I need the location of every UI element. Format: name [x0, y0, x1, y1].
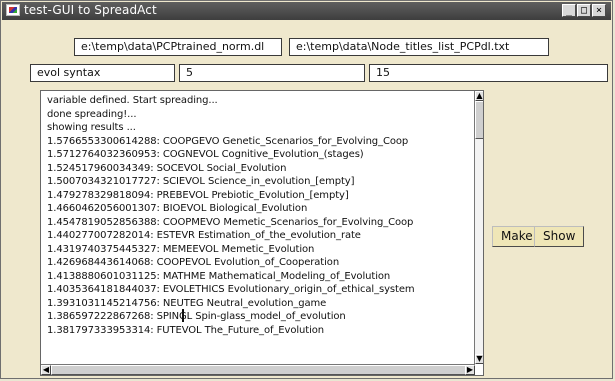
result-line: 1.4547819052856388: COOPMEVO Memetic_Sce… [47, 216, 414, 228]
horizontal-scroll-thumb[interactable] [51, 365, 466, 375]
result-line: 1.524517960034349: SOCEVOL Social_Evolut… [47, 162, 287, 174]
result-line: 1.4138880601031125: MATHME Mathematical_… [47, 270, 391, 282]
result-line: 1.5712764032360953: COGNEVOL Cognitive_E… [47, 149, 364, 160]
result-line: 1.440277007282014: ESTEVR Estimation_of_… [47, 230, 361, 241]
scroll-up-icon[interactable]: ▲ [475, 91, 483, 101]
result-line: 1.5007034321017727: SCIEVOL Science_in_e… [47, 176, 355, 187]
result-line: variable defined. Start spreading... [47, 95, 218, 106]
close-button[interactable]: × [592, 4, 606, 17]
scroll-left-icon[interactable]: ◀ [41, 365, 51, 375]
result-line: 1.426968443614068: COOPEVOL Evolution_of… [47, 257, 340, 268]
param-a-value: 5 [186, 66, 193, 79]
param-a-input[interactable]: 5 [179, 64, 365, 82]
result-line: 1.386597222867268: SPINGL Spin-glass_mod… [47, 311, 346, 322]
results-text: variable defined. Start spreading... done… [47, 94, 415, 337]
title-bar[interactable]: test-GUI to SpreadAct _ □ × [2, 2, 611, 20]
query-input[interactable]: evol syntax [30, 64, 175, 82]
result-line: 1.479278329818094: PREBEVOL Prebiotic_Ev… [47, 189, 349, 201]
app-window: test-GUI to SpreadAct _ □ × e:\temp\data… [0, 0, 613, 379]
param-b-input[interactable]: 15 [369, 64, 608, 82]
query-input-value: evol syntax [37, 66, 101, 79]
titles-path-field[interactable]: e:\temp\data\Node_titles_list_PCPdl.txt [289, 38, 549, 56]
model-path-field[interactable]: e:\temp\data\PCPtrained_norm.dl [74, 38, 282, 56]
scroll-right-icon[interactable]: ▶ [465, 365, 475, 375]
results-textarea[interactable]: variable defined. Start spreading... done… [40, 90, 484, 376]
result-line: 1.4035364181844037: EVOLETHICS Evolution… [47, 284, 415, 295]
maximize-button[interactable]: □ [577, 4, 591, 17]
vertical-scroll-thumb[interactable] [475, 101, 483, 139]
param-b-value: 15 [376, 66, 390, 79]
model-path-value: e:\temp\data\PCPtrained_norm.dl [81, 40, 265, 53]
app-icon [6, 4, 20, 16]
vertical-scrollbar[interactable]: ▲ ▼ [474, 91, 483, 364]
result-line: showing results ... [47, 122, 136, 133]
window-title: test-GUI to SpreadAct [24, 3, 157, 17]
horizontal-scrollbar[interactable]: ◀ ▶ [41, 364, 475, 375]
result-line: 1.3931031145214756: NEUTEG Neutral_evolu… [47, 297, 327, 309]
titles-path-value: e:\temp\data\Node_titles_list_PCPdl.txt [296, 40, 510, 53]
show-button[interactable]: Show [534, 226, 585, 247]
result-line: 1.381797333953314: FUTEVOL The_Future_of… [47, 324, 325, 336]
result-line: done spreading!... [47, 108, 137, 120]
minimize-button[interactable]: _ [562, 4, 576, 17]
result-line: 1.4319740375445327: MEMEEVOL Memetic_Evo… [47, 243, 315, 255]
text-cursor [182, 309, 184, 322]
result-line: 1.4660462056001307: BIOEVOL Biological_E… [47, 203, 308, 214]
scroll-down-icon[interactable]: ▼ [475, 354, 483, 364]
result-line: 1.5766553300614288: COOPGEVO Genetic_Sce… [47, 135, 409, 147]
